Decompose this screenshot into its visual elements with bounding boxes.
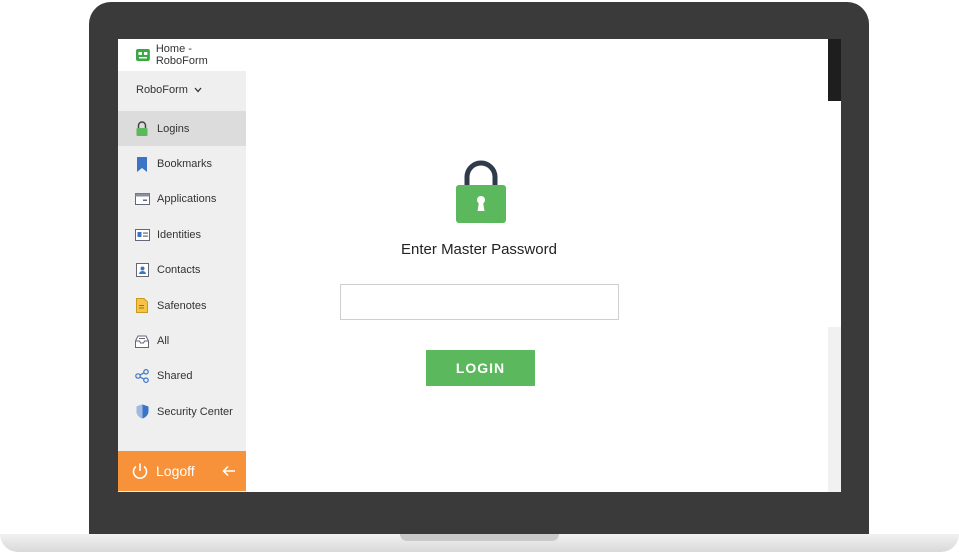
contact-icon (134, 262, 150, 278)
laptop-notch (400, 534, 559, 541)
sidebar-nav: Logins Bookmarks Applications Identities (118, 111, 246, 430)
note-icon (134, 298, 150, 314)
sidebar-item-label: Bookmarks (157, 158, 213, 171)
sidebar-item-contacts[interactable]: Contacts (118, 253, 246, 288)
sidebar-item-label: Applications (157, 193, 217, 206)
chevron-down-icon (194, 87, 202, 93)
share-icon (134, 368, 150, 384)
sidebar-item-applications[interactable]: Applications (118, 182, 246, 217)
sidebar-item-label: All (157, 335, 170, 348)
sidebar-item-logins[interactable]: Logins (118, 111, 246, 147)
sidebar-item-bookmarks[interactable]: Bookmarks (118, 146, 246, 181)
master-password-input[interactable] (340, 284, 619, 320)
scrollbar-track (828, 101, 841, 327)
roboform-logo-icon (136, 49, 150, 61)
sidebar-item-label: Logins (157, 122, 190, 135)
sidebar-item-safenotes[interactable]: Safenotes (118, 288, 246, 323)
window-title-bar: Home - RoboForm (118, 39, 246, 71)
sidebar-item-shared[interactable]: Shared (118, 359, 246, 394)
login-button[interactable]: LOGIN (426, 350, 535, 386)
logoff-label: Logoff (156, 463, 195, 479)
sidebar-item-label: Contacts (157, 264, 201, 277)
sidebar: Home - RoboForm RoboForm Logins Bookmark… (118, 39, 246, 492)
page-title: Enter Master Password (401, 241, 557, 258)
account-selector[interactable]: RoboForm (136, 84, 202, 96)
window-title: Home - RoboForm (155, 43, 208, 67)
inbox-icon (134, 333, 150, 349)
bookmark-icon (134, 156, 150, 172)
account-selector-label: RoboForm (136, 84, 188, 96)
sidebar-item-label: Security Center (157, 405, 233, 418)
sidebar-item-label: Identities (157, 228, 202, 241)
scrollbar[interactable] (828, 39, 841, 492)
sidebar-item-label: Shared (157, 370, 193, 383)
scrollbar-thumb[interactable] (828, 39, 841, 101)
sidebar-item-label: Safenotes (157, 299, 207, 312)
padlock-icon (456, 160, 506, 223)
main-content: Enter Master Password LOGIN (246, 39, 828, 492)
lock-icon (134, 120, 150, 137)
application-icon (134, 191, 150, 207)
sidebar-item-all[interactable]: All (118, 323, 246, 358)
shield-icon (134, 404, 150, 420)
logoff-button[interactable]: Logoff (118, 451, 246, 491)
power-icon (132, 463, 148, 479)
arrow-left-icon (222, 465, 235, 477)
identity-icon (134, 227, 150, 243)
sidebar-item-identities[interactable]: Identities (118, 217, 246, 252)
sidebar-item-security-center[interactable]: Security Center (118, 394, 246, 429)
app-screen: Home - RoboForm RoboForm Logins Bookmark… (118, 39, 841, 492)
